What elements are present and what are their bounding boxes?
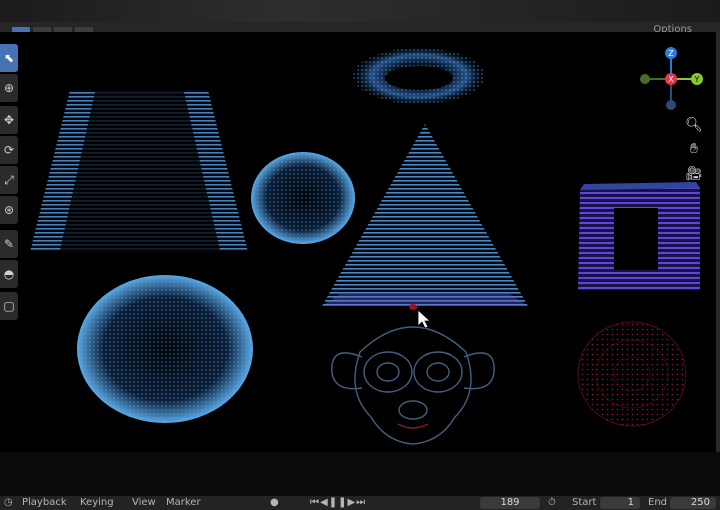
playback-controls[interactable]: ⏮◀❚❚▶⏭ — [310, 496, 366, 510]
marker-menu[interactable]: Marker — [166, 496, 201, 510]
transform-icon[interactable]: ⊛ — [0, 196, 18, 224]
gizmo-y-label: Y — [694, 75, 700, 84]
record-button[interactable]: ● — [270, 496, 279, 510]
mouse-pointer-icon — [417, 309, 432, 329]
camera-icon[interactable]: 🎥︎ — [683, 163, 705, 185]
scale-icon[interactable]: ⤢ — [0, 166, 18, 194]
top-header: Options — [0, 0, 720, 35]
torus-particles[interactable] — [351, 46, 487, 106]
rotate-icon[interactable]: ⟳ — [0, 136, 18, 164]
header-strip — [0, 0, 720, 22]
end-label: End — [648, 497, 668, 508]
timeline-header: ◷ Playback Keying View Marker ● ⏮◀❚❚▶⏭ 1… — [0, 496, 720, 510]
viewport-scene — [30, 46, 700, 445]
navigation-gizmo[interactable]: Z Y X — [634, 42, 710, 118]
timeline-editor-icon[interactable]: ◷ — [4, 496, 13, 510]
cone-particles[interactable] — [322, 124, 528, 306]
red-sphere-particles[interactable] — [577, 321, 687, 427]
cylinder-particles[interactable] — [30, 90, 248, 252]
large-sphere-particles[interactable] — [77, 275, 253, 423]
small-sphere-particles[interactable] — [251, 152, 355, 244]
gizmo-neg-y-axis[interactable] — [640, 74, 650, 84]
select-cursor-icon[interactable]: ⬉ — [0, 44, 18, 72]
view-menu[interactable]: View — [132, 496, 156, 510]
add-cube-icon[interactable]: ▢ — [0, 292, 18, 320]
current-frame-field[interactable]: 189 — [480, 497, 540, 509]
cursor-icon[interactable]: ⊕ — [0, 74, 18, 102]
monkey-head-particles[interactable] — [331, 326, 495, 445]
gizmo-x-label: X — [668, 75, 674, 84]
annotate-icon[interactable]: ✎ — [0, 230, 18, 258]
cube-particles[interactable] — [578, 182, 700, 290]
measure-icon[interactable]: ◓ — [0, 260, 18, 288]
end-frame-field[interactable]: 250 — [670, 497, 716, 509]
gizmo-neg-z-axis[interactable] — [666, 100, 676, 110]
move-icon[interactable]: ✥ — [0, 106, 18, 134]
start-label: Start — [572, 497, 597, 508]
3d-viewport[interactable] — [0, 32, 716, 452]
pan-hand-icon[interactable]: ✋︎ — [683, 138, 705, 160]
keying-menu[interactable]: Keying — [80, 496, 114, 510]
red-particle-dot — [409, 304, 417, 310]
playback-menu[interactable]: Playback — [22, 496, 67, 510]
zoom-icon[interactable]: 🔍︎ — [683, 114, 705, 136]
start-frame-field[interactable]: 1 — [600, 497, 640, 509]
gizmo-z-label: Z — [668, 49, 674, 58]
viewport-edge — [716, 32, 720, 452]
clock-icon[interactable]: ⏱ — [548, 496, 556, 510]
